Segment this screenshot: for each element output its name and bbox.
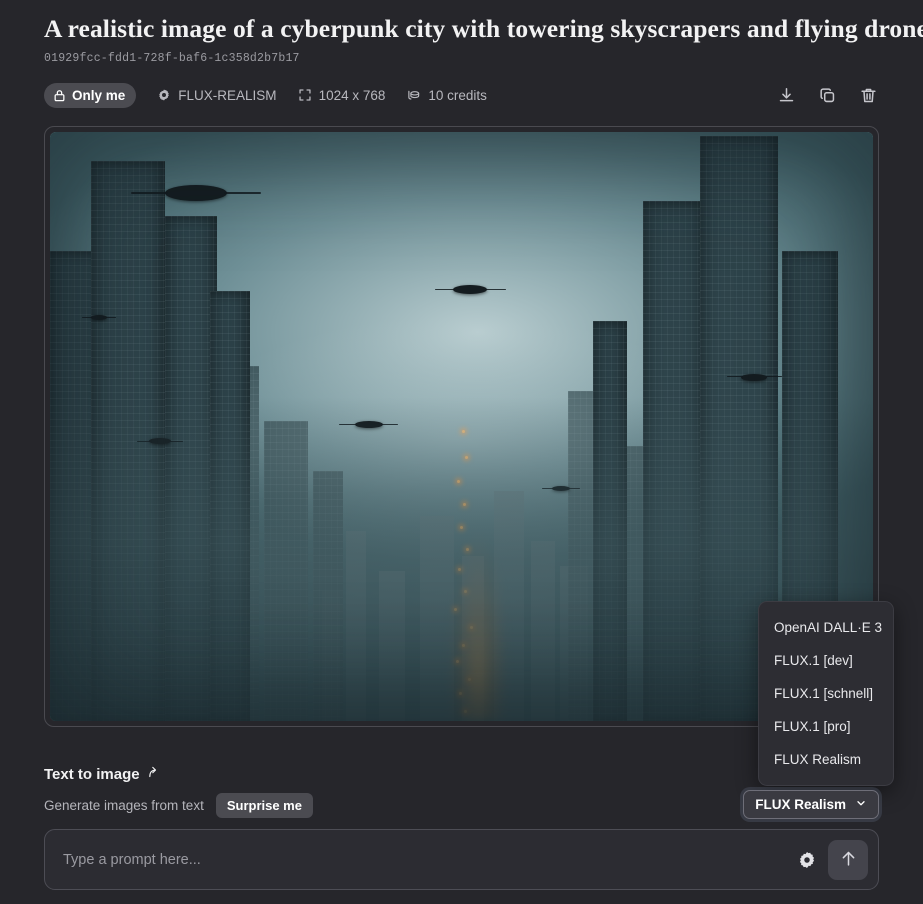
lock-icon: [53, 89, 66, 102]
visibility-badge[interactable]: Only me: [44, 82, 137, 108]
image-frame: [44, 126, 879, 728]
chevron-down-icon: [855, 797, 867, 812]
credits-label: 10 credits: [428, 87, 487, 103]
dropdown-item-flux-dev[interactable]: FLUX.1 [dev]: [759, 644, 893, 677]
image-detail-page: A realistic image of a cyberpunk city wi…: [0, 0, 923, 904]
tool-section: Text to image Generate images from text …: [44, 766, 879, 819]
model-select-button[interactable]: FLUX Realism: [743, 790, 879, 819]
tool-heading: Text to image: [44, 766, 879, 783]
share-arrow-icon[interactable]: [146, 766, 159, 783]
expand-icon: [298, 88, 312, 102]
copy-icon[interactable]: [816, 84, 838, 106]
bottom-haze: [50, 397, 873, 722]
action-toolbar: [775, 84, 879, 106]
model-select-label: FLUX Realism: [755, 797, 846, 812]
generated-image[interactable]: [50, 132, 873, 722]
drone: [82, 314, 116, 320]
dropdown-item-dalle3[interactable]: OpenAI DALL·E 3: [759, 611, 893, 644]
surprise-me-button[interactable]: Surprise me: [215, 792, 313, 818]
metadata-row: Only me FLUX-REALISM 1024 x 768 10 credi…: [44, 82, 879, 108]
settings-gear-icon[interactable]: [792, 845, 822, 875]
dropdown-item-flux-realism[interactable]: FLUX Realism: [759, 743, 893, 776]
download-icon[interactable]: [775, 84, 797, 106]
visibility-label: Only me: [72, 87, 126, 103]
model-meta: FLUX-REALISM: [157, 87, 277, 103]
drone: [727, 373, 782, 381]
dimensions-meta: 1024 x 768: [298, 87, 386, 103]
prompt-input[interactable]: [63, 851, 792, 868]
tool-heading-label: Text to image: [44, 766, 140, 783]
delete-icon[interactable]: [857, 84, 879, 106]
page-title: A realistic image of a cyberpunk city wi…: [44, 14, 923, 43]
submit-prompt-button[interactable]: [828, 839, 868, 880]
generation-id: 01929fcc-fdd1-728f-baf6-1c358d2b7b17: [44, 52, 300, 66]
arrow-up-icon: [839, 849, 858, 871]
model-dropdown-menu[interactable]: OpenAI DALL·E 3 FLUX.1 [dev] FLUX.1 [sch…: [758, 601, 894, 786]
model-name: FLUX-REALISM: [178, 87, 277, 103]
gear-icon: [157, 88, 171, 102]
coins-icon: [406, 88, 421, 103]
credits-meta: 10 credits: [406, 88, 487, 103]
dimensions-label: 1024 x 768: [318, 87, 386, 103]
tool-subtitle: Generate images from text: [44, 797, 204, 813]
dropdown-item-flux-schnell[interactable]: FLUX.1 [schnell]: [759, 677, 893, 710]
dropdown-item-flux-pro[interactable]: FLUX.1 [pro]: [759, 710, 893, 743]
prompt-bar: [44, 829, 879, 890]
